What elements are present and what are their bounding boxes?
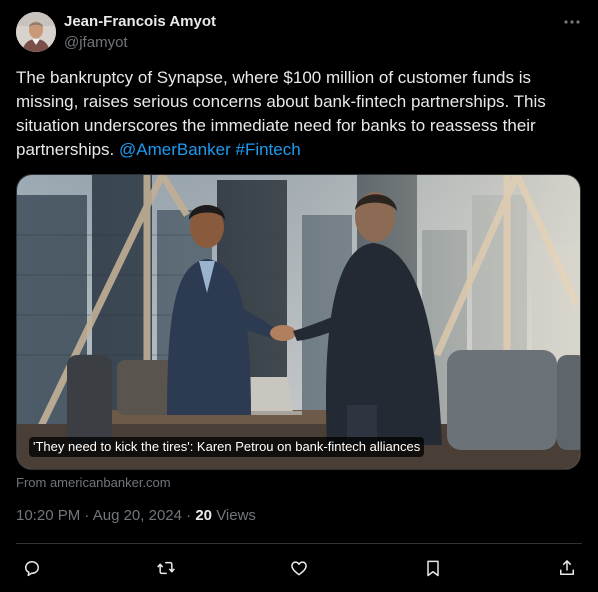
- like-button[interactable]: [287, 556, 311, 580]
- reply-bubble-icon: [25, 561, 39, 577]
- more-options-button[interactable]: [560, 12, 584, 32]
- views-label: Views: [216, 507, 256, 524]
- card-source[interactable]: From americanbanker.com: [16, 475, 171, 490]
- share-upload-icon: [560, 560, 574, 575]
- avatar-photo: [16, 12, 56, 52]
- tweet-text: The bankruptcy of Synapse, where $100 mi…: [16, 66, 582, 162]
- meta-separator-2: ·: [186, 507, 192, 524]
- share-button[interactable]: [555, 556, 579, 580]
- tweet-date[interactable]: Aug 20, 2024: [93, 507, 182, 524]
- reply-button[interactable]: [20, 556, 44, 580]
- bookmark-button[interactable]: [421, 556, 445, 580]
- card-image: [17, 175, 580, 469]
- hashtag-link[interactable]: #Fintech: [235, 140, 300, 159]
- retweet-button[interactable]: [154, 556, 178, 580]
- more-dots-icon: [564, 20, 580, 24]
- action-bar: [0, 556, 598, 580]
- link-card[interactable]: 'They need to kick the tires': Karen Pet…: [16, 174, 581, 470]
- card-caption: 'They need to kick the tires': Karen Pet…: [29, 437, 425, 457]
- heart-icon: [291, 561, 307, 576]
- tweet: Jean-Francois Amyot @jfamyot The bankrup…: [0, 0, 598, 592]
- tweet-meta: 10:20 PM · Aug 20, 2024 · 20 Views: [16, 507, 256, 524]
- divider: [16, 543, 582, 544]
- retweet-icon: [157, 561, 175, 575]
- tweet-time[interactable]: 10:20 PM: [16, 507, 80, 524]
- meta-separator: ·: [84, 507, 90, 524]
- bookmark-icon: [427, 560, 439, 577]
- views-count: 20: [195, 507, 213, 524]
- mention-link[interactable]: @AmerBanker: [119, 140, 231, 159]
- author-name[interactable]: Jean-Francois Amyot: [64, 13, 216, 30]
- author-avatar[interactable]: [16, 12, 56, 52]
- author-handle[interactable]: @jfamyot: [64, 34, 128, 51]
